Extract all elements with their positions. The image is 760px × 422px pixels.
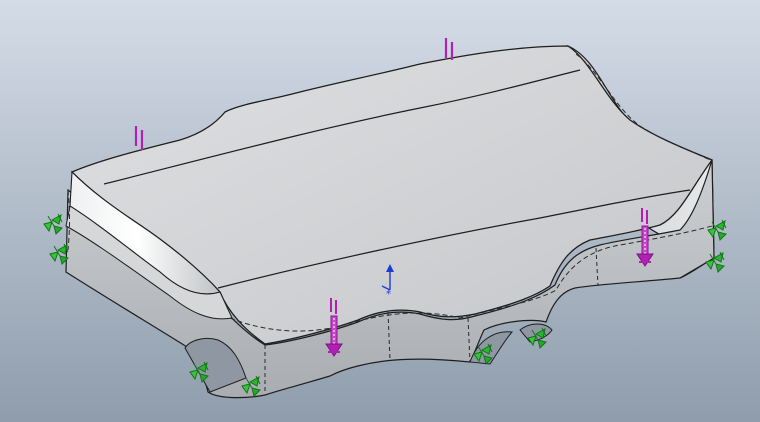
svg-text:*: * (386, 289, 391, 300)
graphics-area[interactable]: * (0, 0, 760, 422)
model-view[interactable]: * (0, 0, 760, 422)
